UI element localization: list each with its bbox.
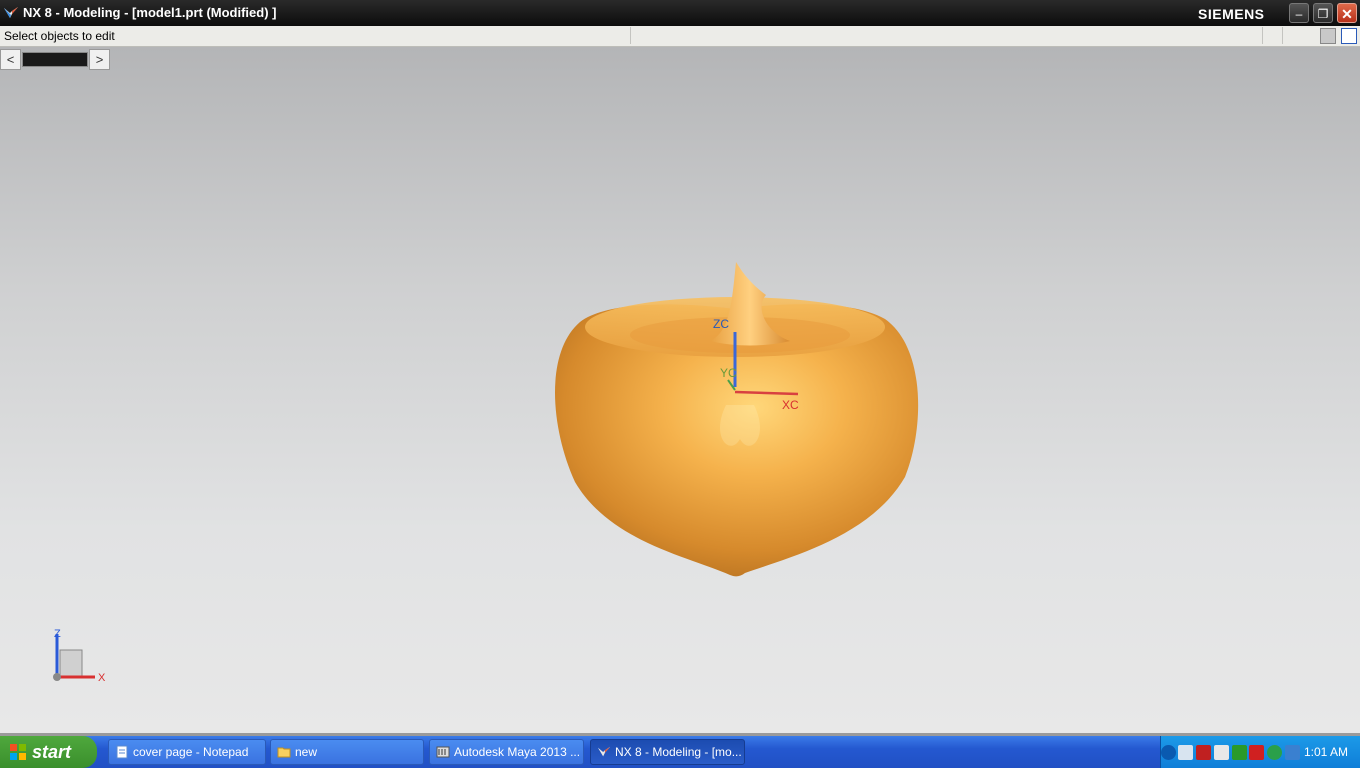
system-tray: 1:01 AM <box>1160 736 1360 768</box>
wcs-x-label: XC <box>782 398 799 412</box>
resource-bar-next-button[interactable]: > <box>89 49 110 70</box>
triad-x-label: X <box>98 672 106 684</box>
close-button[interactable]: ✕ <box>1337 3 1357 23</box>
wcs-y-label: YC <box>720 366 737 380</box>
clock: 1:01 AM <box>1304 745 1349 759</box>
wcs-z-label: ZC <box>713 317 729 331</box>
start-button[interactable]: start <box>0 736 97 768</box>
minimize-button[interactable]: – <box>1289 3 1309 23</box>
maya-icon <box>436 746 450 758</box>
full-screen-icon[interactable] <box>1341 28 1357 44</box>
start-label: start <box>32 742 72 762</box>
cue-line-text: Select objects to edit <box>4 29 115 43</box>
tray-network-icon[interactable] <box>1285 745 1300 760</box>
nx-app-icon <box>4 7 18 18</box>
taskbar-item-label: new <box>295 745 318 759</box>
taskbar-item-label: NX 8 - Modeling - [mo... <box>615 745 742 759</box>
siemens-logo: SIEMENS <box>1198 6 1265 22</box>
tray-app-icon[interactable] <box>1214 745 1229 760</box>
folder-icon <box>277 747 291 758</box>
tray-antivirus-icon[interactable] <box>1249 745 1264 760</box>
selection-filter-icon[interactable] <box>1320 28 1336 44</box>
taskbar-item-nx[interactable]: NX 8 - Modeling - [mo... <box>590 739 745 765</box>
tray-torrent-icon[interactable] <box>1267 745 1282 760</box>
taskbar-item-folder[interactable]: new <box>270 739 424 765</box>
taskbar-item-label: cover page - Notepad <box>133 745 249 759</box>
graphics-window[interactable]: ZC YC XC Z X <box>0 47 1360 736</box>
window-title: NX 8 - Modeling - [model1.prt (Modified)… <box>23 5 277 20</box>
cue-divider <box>630 27 631 44</box>
window-title-bar: NX 8 - Modeling - [model1.prt (Modified)… <box>0 0 1360 26</box>
nx-icon <box>597 746 611 757</box>
triad-z-label: Z <box>54 628 61 640</box>
cue-divider <box>1282 27 1283 44</box>
cue-line: Select objects to edit <box>0 26 1360 47</box>
taskbar: start cover page - Notepad new Autodesk … <box>0 736 1360 768</box>
tray-expand-icon[interactable] <box>1161 745 1176 760</box>
taskbar-item-label: Autodesk Maya 2013 ... <box>454 745 581 759</box>
tray-check-icon[interactable] <box>1232 745 1247 760</box>
taskbar-item-notepad[interactable]: cover page - Notepad <box>108 739 266 765</box>
taskbar-item-maya[interactable]: Autodesk Maya 2013 ... <box>429 739 584 765</box>
windows-logo-icon <box>10 744 26 760</box>
restore-button[interactable]: ❐ <box>1313 3 1333 23</box>
resource-bar: < > <box>0 49 110 70</box>
notepad-icon <box>116 745 128 759</box>
tray-app-icon[interactable] <box>1196 745 1211 760</box>
cue-divider <box>1262 27 1263 44</box>
tray-app-icon[interactable] <box>1178 745 1193 760</box>
resource-bar-track[interactable] <box>22 52 88 67</box>
resource-bar-prev-button[interactable]: < <box>0 49 21 70</box>
